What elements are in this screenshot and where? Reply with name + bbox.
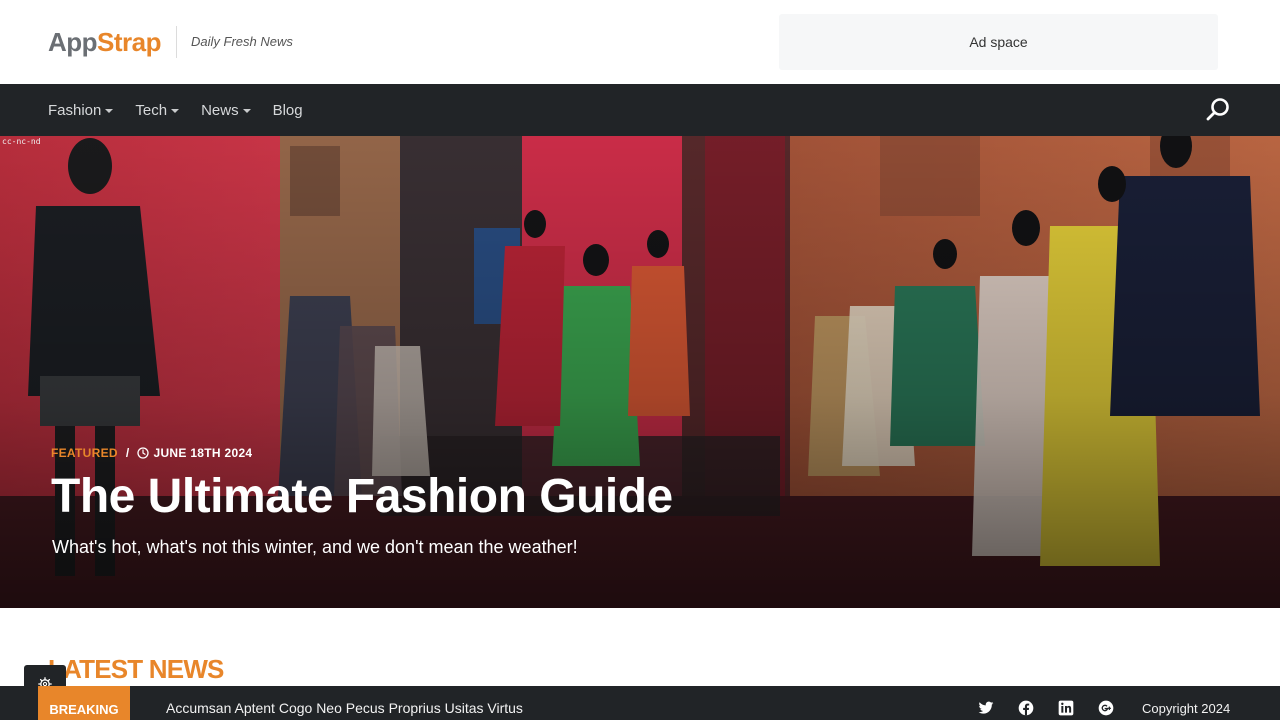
caret-down-icon — [242, 109, 251, 113]
logo-part-2: Strap — [97, 27, 162, 57]
linkedin-icon[interactable] — [1058, 700, 1076, 718]
nav-item-label: Fashion — [48, 101, 102, 119]
nav-item-label: Blog — [272, 101, 303, 119]
latest-news-heading: LATEST NEWS — [48, 654, 224, 684]
nav-item-fashion[interactable]: Fashion — [48, 101, 114, 119]
nav-item-label: Tech — [135, 101, 168, 119]
main-navbar: Fashion Tech News Blog — [0, 84, 1280, 136]
nav-item-news[interactable]: News — [201, 102, 251, 119]
caret-down-icon — [105, 109, 114, 113]
article-meta: FEATURED / JUNE 18TH 2024 — [51, 446, 252, 460]
nav-menu: Fashion Tech News Blog — [48, 84, 303, 136]
site-header: AppStrap Daily Fresh News Ad space — [0, 0, 1280, 84]
breaking-badge: BREAKING — [38, 686, 130, 720]
hero-title[interactable]: The Ultimate Fashion Guide — [51, 466, 673, 528]
social-links — [978, 700, 1116, 718]
hero-subtitle: What's hot, what's not this winter, and … — [52, 537, 578, 557]
clock-icon — [137, 447, 150, 459]
twitter-icon[interactable] — [978, 700, 996, 718]
breaking-news-bar: BREAKING Accumsan Aptent Cogo Neo Pecus … — [0, 686, 1280, 720]
logo-part-1: App — [48, 27, 98, 57]
search-icon[interactable] — [1204, 96, 1232, 124]
article-date-text: JUNE 18TH 2024 — [153, 446, 253, 460]
meta-separator: / — [125, 446, 130, 460]
ad-space[interactable]: Ad space — [779, 14, 1218, 70]
caret-down-icon — [171, 109, 180, 113]
image-license: cc-nc-nd — [2, 137, 41, 146]
nav-item-label: News — [201, 101, 239, 119]
nav-item-blog[interactable]: Blog — [273, 102, 303, 119]
site-tagline: Daily Fresh News — [191, 34, 293, 49]
breaking-news-ticker[interactable]: Accumsan Aptent Cogo Neo Pecus Proprius … — [166, 686, 523, 720]
category-link[interactable]: FEATURED — [51, 446, 118, 460]
facebook-icon[interactable] — [1018, 700, 1036, 718]
hero-featured-article[interactable]: cc-nc-nd FEATURED / JUNE 18TH 2024 The U… — [0, 136, 1280, 608]
article-date: JUNE 18TH 2024 — [137, 446, 252, 460]
copyright-text: Copyright 2024 — [1142, 701, 1231, 716]
site-logo[interactable]: AppStrap — [48, 26, 162, 58]
logo-divider — [176, 26, 177, 58]
nav-item-tech[interactable]: Tech — [135, 101, 180, 119]
google-plus-icon[interactable] — [1098, 700, 1116, 718]
